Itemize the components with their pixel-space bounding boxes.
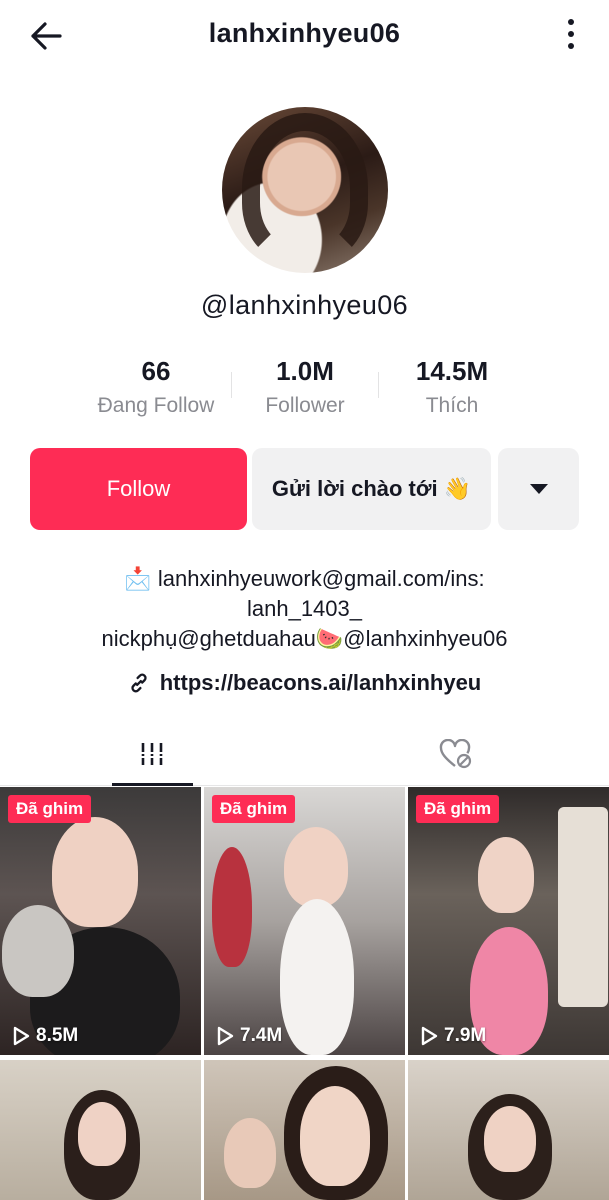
send-greeting-button[interactable]: Gửi lời chào tới 👋 xyxy=(252,448,491,530)
stats-bar: 66 Đang Follow 1.0M Follower 14.5M Thích xyxy=(0,354,609,424)
video-thumbnail[interactable]: Đã ghim 7.4M xyxy=(204,787,405,1055)
stat-following-label: Đang Follow xyxy=(97,394,215,417)
bio-line: nickphụ@ghetduahau🍉@lanhxinhyeu06 xyxy=(101,626,508,651)
view-count: 8.5M xyxy=(12,1025,78,1047)
view-count-text: 7.9M xyxy=(444,1025,487,1046)
play-icon xyxy=(217,1026,234,1046)
page-title: lanhxinhyeu06 xyxy=(208,18,401,48)
heart-hidden-icon xyxy=(439,739,472,769)
more-vertical-icon xyxy=(568,19,574,25)
play-icon xyxy=(421,1026,438,1046)
link-icon xyxy=(131,673,147,693)
stat-likes[interactable]: 14.5M Thích xyxy=(372,354,532,418)
active-tab-indicator xyxy=(112,783,193,786)
stat-likes-label: Thích xyxy=(425,394,479,417)
stat-likes-count: 14.5M xyxy=(415,356,489,386)
tab-videos[interactable] xyxy=(0,722,304,786)
follow-button[interactable]: Follow xyxy=(30,448,247,530)
triangle-down-icon xyxy=(529,484,548,494)
view-count: 7.4M xyxy=(216,1025,282,1047)
video-thumbnail[interactable]: Đã ghim 7.9M xyxy=(408,787,609,1055)
view-count: 7.9M xyxy=(420,1025,486,1047)
pinned-badge: Đã ghim xyxy=(8,795,92,823)
pinned-badge: Đã ghim xyxy=(212,795,296,823)
stat-followers-count: 1.0M xyxy=(276,356,334,386)
video-thumbnail[interactable] xyxy=(0,1060,201,1200)
tab-liked[interactable] xyxy=(305,722,609,786)
video-thumbnail[interactable]: Đã ghim 8.5M xyxy=(0,787,201,1055)
stat-followers[interactable]: 1.0M Follower xyxy=(225,354,385,418)
pinned-badge: Đã ghim xyxy=(416,795,500,823)
stat-following-count: 66 xyxy=(141,356,171,386)
more-options-button[interactable] xyxy=(561,14,581,54)
stat-followers-label: Follower xyxy=(265,394,345,417)
view-count-text: 8.5M xyxy=(36,1025,79,1046)
video-thumbnail[interactable] xyxy=(408,1060,609,1200)
profile-bio: 📩 lanhxinhyeuwork@gmail.com/ins: lanh_14… xyxy=(40,564,569,654)
bio-line: 📩 lanhxinhyeuwork@gmail.com/ins: xyxy=(124,566,485,591)
bio-line: lanh_1403_ xyxy=(246,596,362,621)
play-icon xyxy=(13,1026,30,1046)
bio-link[interactable]: https://beacons.ai/lanhxinhyeu xyxy=(0,670,609,696)
view-count-text: 7.4M xyxy=(240,1025,283,1046)
video-thumbnail[interactable] xyxy=(204,1060,405,1200)
stat-following[interactable]: 66 Đang Follow xyxy=(76,354,236,418)
grid-icon xyxy=(140,743,164,765)
bio-link-text: https://beacons.ai/lanhxinhyeu xyxy=(159,670,482,695)
avatar[interactable] xyxy=(222,107,388,273)
top-bar: lanhxinhyeu06 xyxy=(0,0,609,72)
suggested-accounts-button[interactable] xyxy=(498,448,579,530)
profile-tabs xyxy=(0,722,609,786)
video-grid: Đã ghim 8.5M Đã ghim 7.4M Đã ghim 7.9M xyxy=(0,787,609,1200)
profile-username: @lanhxinhyeu06 xyxy=(200,290,409,320)
